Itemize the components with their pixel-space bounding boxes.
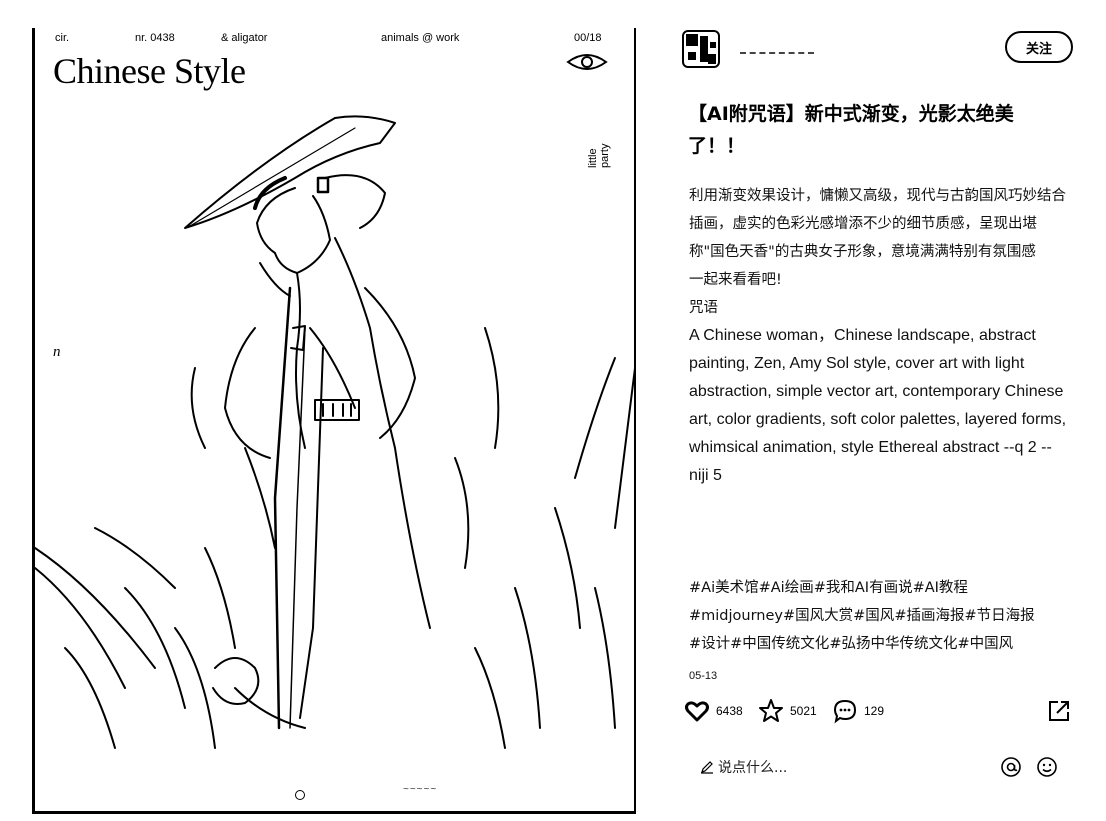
share-icon[interactable] [1046, 698, 1072, 724]
follow-button[interactable]: 关注 [1005, 31, 1073, 63]
cover-image[interactable]: cir. nr. 0438 & aligator animals @ work … [32, 28, 636, 814]
tag-link[interactable]: #弘扬中华传统文化 [829, 636, 957, 652]
note-detail-panel: 关注 【AI附咒语】新中式渐变，光影太绝美了！！ 利用渐变效果设计，慵懒又高级，… [660, 0, 1106, 821]
tag-link[interactable]: #我和AI有画说 [814, 580, 913, 596]
note-title: 【AI附咒语】新中式渐变，光影太绝美了！！ [688, 103, 1014, 157]
tag-link[interactable]: #国风大赏 [783, 608, 853, 624]
like-count: 6438 [716, 704, 743, 718]
tag-link[interactable]: #节日海报 [964, 608, 1034, 624]
desc-paragraph: 咒语 [689, 300, 718, 316]
desc-paragraph: 一起来看看吧! [689, 272, 782, 288]
username[interactable] [740, 38, 814, 54]
star-icon [759, 699, 783, 722]
post-date: 05-13 [689, 670, 718, 682]
tag-list: #Ai美术馆#Ai绘画#我和AI有画说#AI教程 #midjourney#国风大赏… [689, 574, 1069, 658]
illustration-artwork [35, 115, 634, 749]
heart-icon [685, 701, 709, 722]
tag-link[interactable]: #Ai美术馆 [689, 580, 759, 596]
engagement-bar: 6438 5021 129 [684, 696, 1084, 726]
tag-link[interactable]: #中国传统文化 [730, 636, 829, 652]
comment-bar: 说点什么... [700, 754, 1070, 780]
note-description: 利用渐变效果设计，慵懒又高级，现代与古韵国风巧妙结合插画，虚实的色彩光感增添不少… [689, 182, 1069, 490]
at-icon[interactable] [1000, 756, 1022, 778]
tag-link[interactable]: #插画海报 [894, 608, 964, 624]
tag-link[interactable]: #Ai绘画 [759, 580, 814, 596]
smiley-icon[interactable] [1036, 756, 1058, 778]
comment-placeholder: 说点什么... [718, 760, 788, 776]
collect-button[interactable]: 5021 [758, 696, 817, 726]
comment-button[interactable]: 129 [832, 696, 884, 726]
poster-signature: ~~~~~ [403, 784, 438, 795]
desc-paragraph: 利用渐变效果设计，慵懒又高级，现代与古韵国风巧妙结合插画，虚实的色彩光感增添不少… [689, 188, 1066, 260]
poster-bottom-dot [295, 790, 305, 800]
like-button[interactable]: 6438 [684, 696, 743, 726]
tag-link[interactable]: #中国风 [957, 636, 1013, 652]
collect-count: 5021 [790, 704, 817, 718]
tag-link[interactable]: #AI教程 [913, 580, 968, 596]
tag-link[interactable]: #设计 [689, 636, 730, 652]
tag-link[interactable]: #国风 [853, 608, 894, 624]
pencil-icon [701, 761, 713, 774]
comment-count: 129 [864, 704, 885, 718]
prompt-text: A Chinese woman，Chinese landscape, abstr… [689, 327, 1067, 484]
avatar[interactable] [682, 30, 720, 68]
chat-bubble-icon [833, 699, 857, 724]
comment-input[interactable]: 说点什么... [700, 754, 980, 780]
tag-link[interactable]: #midjourney [689, 608, 783, 624]
